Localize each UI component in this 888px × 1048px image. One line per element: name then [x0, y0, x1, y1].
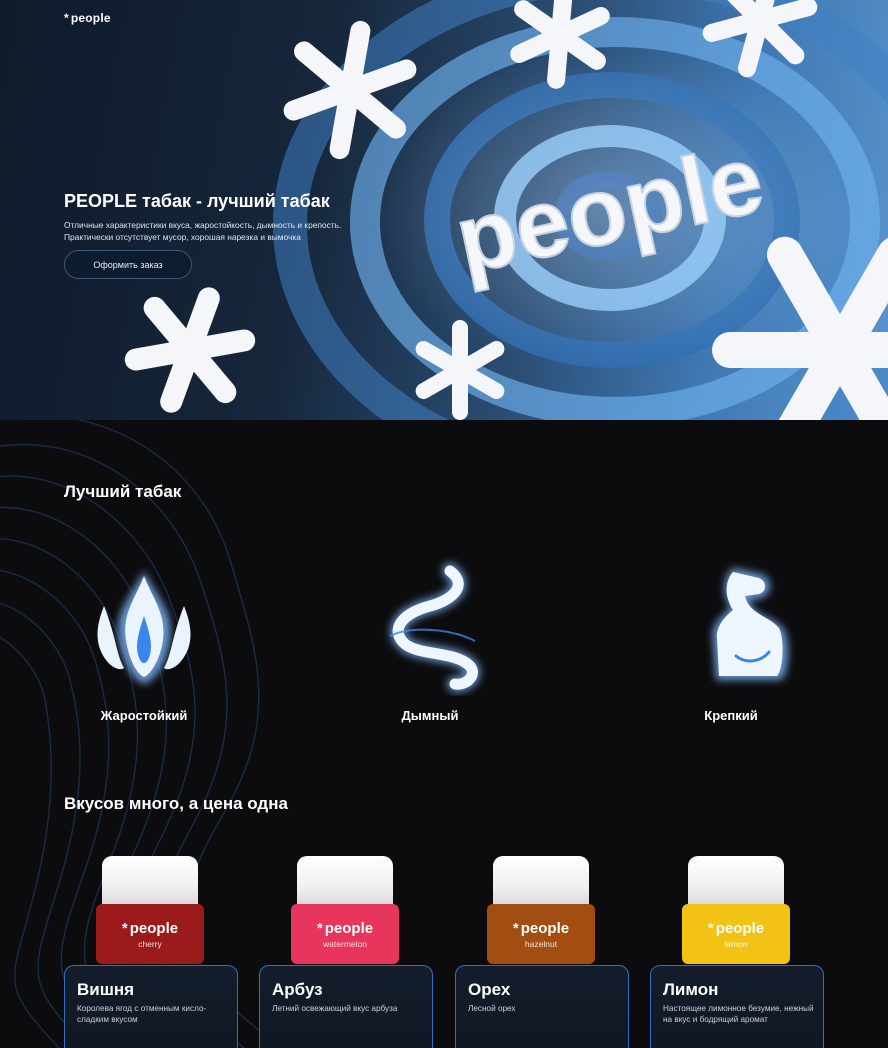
jar-brand-text: people	[129, 919, 179, 937]
logo-star-icon: *	[64, 11, 69, 25]
muscle-icon	[712, 568, 789, 680]
logo-text: people	[70, 11, 111, 25]
feature-label: Крепкий	[704, 708, 758, 723]
order-button[interactable]: Оформить заказ	[64, 250, 192, 279]
brand-star-icon: *	[316, 919, 323, 937]
brand-star-icon: *	[121, 919, 128, 937]
product-jar-hazelnut: * people hazelnut	[487, 856, 595, 964]
product-jar-watermelon: * people watermelon	[291, 856, 399, 964]
product-name: Арбуз	[272, 980, 323, 999]
feature-label: Жаростойкий	[100, 708, 188, 723]
product-description: Королева ягод с отменным кисло-сладким в…	[77, 1004, 207, 1024]
jar-brand: * people	[317, 920, 373, 937]
feature-smoky: Дымный	[320, 556, 540, 723]
brand-star-icon: *	[512, 919, 519, 937]
jar-flavor: lemon	[724, 938, 748, 949]
fire-icon	[97, 571, 191, 684]
product-name: Вишня	[77, 980, 135, 999]
product-jar-cherry: * people cherry	[96, 856, 204, 964]
jar-brand-text: people	[520, 919, 570, 937]
product-card-watermelon[interactable]: Арбуз Летний освежающий вкус арбуза	[259, 965, 433, 1048]
jar-label: * people lemon	[682, 904, 790, 964]
jar-flavor: watermelon	[323, 938, 367, 949]
jar-brand-text: people	[324, 919, 374, 937]
jar-lid	[688, 856, 784, 908]
feature-label: Дымный	[401, 708, 459, 723]
features-section-title: Лучший табак	[64, 482, 182, 501]
hero-title: PEOPLE табак - лучший табак	[64, 191, 330, 211]
jar-label: * people hazelnut	[487, 904, 595, 964]
jar-label: * people cherry	[96, 904, 204, 964]
product-name: Лимон	[663, 980, 719, 999]
jar-brand: * people	[708, 920, 764, 937]
content-section: Лучший табак Жаростойкий Дымный Крепкий …	[0, 420, 888, 1048]
hero-description: Отличные характеристики вкуса, жаростойк…	[64, 219, 364, 243]
product-name: Орех	[468, 980, 511, 999]
flavors-section-title: Вкусов много, а цена одна	[64, 794, 288, 813]
product-description: Лесной орех	[468, 1004, 516, 1013]
feature-heat-resistant: Жаростойкий	[34, 556, 254, 723]
hero-banner: people * people PEOPLE табак - лучший та…	[0, 0, 888, 420]
product-card-lemon[interactable]: Лимон Настоящее лимонное безумие, нежный…	[650, 965, 824, 1048]
jar-lid	[102, 856, 198, 908]
hero-description-line: Практически отсутствует мусор, хорошая н…	[64, 232, 301, 242]
jar-brand: * people	[122, 920, 178, 937]
jar-lid	[493, 856, 589, 908]
brand-logo[interactable]: * people	[64, 11, 111, 25]
product-card-cherry[interactable]: Вишня Королева ягод с отменным кисло-сла…	[64, 965, 238, 1048]
jar-lid	[297, 856, 393, 908]
product-card-hazelnut[interactable]: Орех Лесной орех	[455, 965, 629, 1048]
product-jar-lemon: * people lemon	[682, 856, 790, 964]
brand-star-icon: *	[707, 919, 714, 937]
smoke-icon	[389, 563, 481, 693]
jar-brand-text: people	[715, 919, 765, 937]
jar-brand: * people	[513, 920, 569, 937]
product-description: Настоящее лимонное безумие, нежный на вк…	[663, 1004, 814, 1024]
hero-description-line: Отличные характеристики вкуса, жаростойк…	[64, 220, 342, 230]
jar-label: * people watermelon	[291, 904, 399, 964]
feature-strong: Крепкий	[621, 556, 841, 723]
jar-flavor: cherry	[138, 938, 162, 949]
jar-flavor: hazelnut	[524, 938, 558, 949]
product-description: Летний освежающий вкус арбуза	[272, 1004, 398, 1013]
